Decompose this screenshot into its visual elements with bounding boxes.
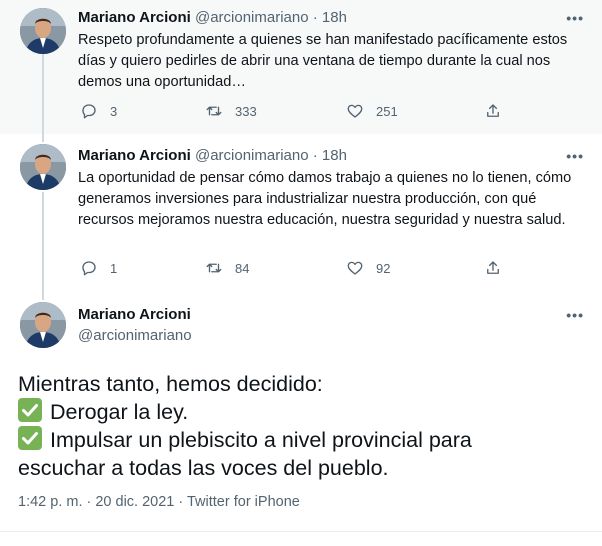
tweet-time[interactable]: 18h <box>322 147 347 164</box>
author-name[interactable]: Mariano Arcioni <box>78 9 191 26</box>
main-tweet: Mariano Arcioni @arcionimariano ••• Mien… <box>0 290 602 546</box>
reply-icon <box>82 104 96 119</box>
check-mark-icon <box>18 426 42 450</box>
like-button[interactable]: 92 <box>346 259 390 277</box>
avatar[interactable] <box>20 8 66 54</box>
avatar-image <box>20 302 66 348</box>
reply-count: 3 <box>110 103 118 119</box>
avatar[interactable] <box>20 144 66 190</box>
like-button[interactable]: 251 <box>346 102 398 120</box>
tweet-line: Impulsar un plebiscito a nivel provincia… <box>18 426 588 454</box>
retweet-icon <box>206 106 222 116</box>
retweet-button[interactable]: 333 <box>205 102 257 120</box>
author-name[interactable]: Mariano Arcioni <box>78 147 191 164</box>
tweet-line: Mientras tanto, hemos decidido: <box>18 372 323 396</box>
thread-line <box>42 290 44 300</box>
heart-icon <box>347 261 363 275</box>
tweet-timestamp[interactable]: 1:42 p. m. · 20 dic. 2021 · Twitter for … <box>18 494 300 510</box>
thread-line <box>42 134 44 142</box>
avatar-image <box>20 144 66 190</box>
share-icon <box>487 261 499 274</box>
author-handle[interactable]: @arcionimariano <box>195 147 309 164</box>
share-button[interactable] <box>484 259 502 277</box>
separator: · <box>312 9 318 26</box>
reply-icon <box>82 261 96 276</box>
retweet-button[interactable]: 84 <box>205 259 249 277</box>
retweet-count: 333 <box>235 103 257 119</box>
separator: · <box>312 147 318 164</box>
tweet-text: Mientras tanto, hemos decidido: Derogar … <box>18 370 588 482</box>
tweet-header: Mariano Arcioni @arcionimariano · 18h <box>78 147 347 164</box>
retweet-count: 84 <box>235 260 250 276</box>
author-name[interactable]: Mariano Arcioni <box>78 306 191 323</box>
avatar[interactable] <box>20 302 66 348</box>
share-button[interactable] <box>484 102 502 120</box>
thread-line <box>42 192 44 290</box>
author-handle[interactable]: @arcionimariano <box>78 327 192 344</box>
like-count: 251 <box>376 103 398 119</box>
reply-count: 1 <box>110 260 118 276</box>
tweet-text: Respeto profundamente a quienes se han m… <box>78 32 568 90</box>
tweet-2[interactable]: Mariano Arcioni @arcionimariano · 18h ••… <box>0 134 602 290</box>
share-icon <box>487 104 499 117</box>
more-options-icon[interactable]: ••• <box>566 148 584 164</box>
tweet-header: Mariano Arcioni @arcionimariano · 18h <box>78 9 347 26</box>
thread-line <box>42 54 44 134</box>
like-count: 92 <box>376 260 391 276</box>
retweet-icon <box>206 263 222 273</box>
heart-icon <box>347 104 363 118</box>
tweet-1[interactable]: Mariano Arcioni @arcionimariano · 18h ••… <box>0 0 602 134</box>
tweet-time[interactable]: 18h <box>322 9 347 26</box>
more-options-icon[interactable]: ••• <box>566 307 584 323</box>
more-options-icon[interactable]: ••• <box>566 10 584 26</box>
tweet-line: escuchar a todas las voces del pueblo. <box>18 456 389 480</box>
tweet-line: Derogar la ley. <box>18 398 588 426</box>
reply-button[interactable]: 1 <box>80 259 117 277</box>
author-handle[interactable]: @arcionimariano <box>195 9 309 26</box>
check-mark-icon <box>18 398 42 422</box>
divider <box>0 531 602 532</box>
tweet-text: La oportunidad de pensar cómo damos trab… <box>78 170 572 228</box>
avatar-image <box>20 8 66 54</box>
reply-button[interactable]: 3 <box>80 102 117 120</box>
